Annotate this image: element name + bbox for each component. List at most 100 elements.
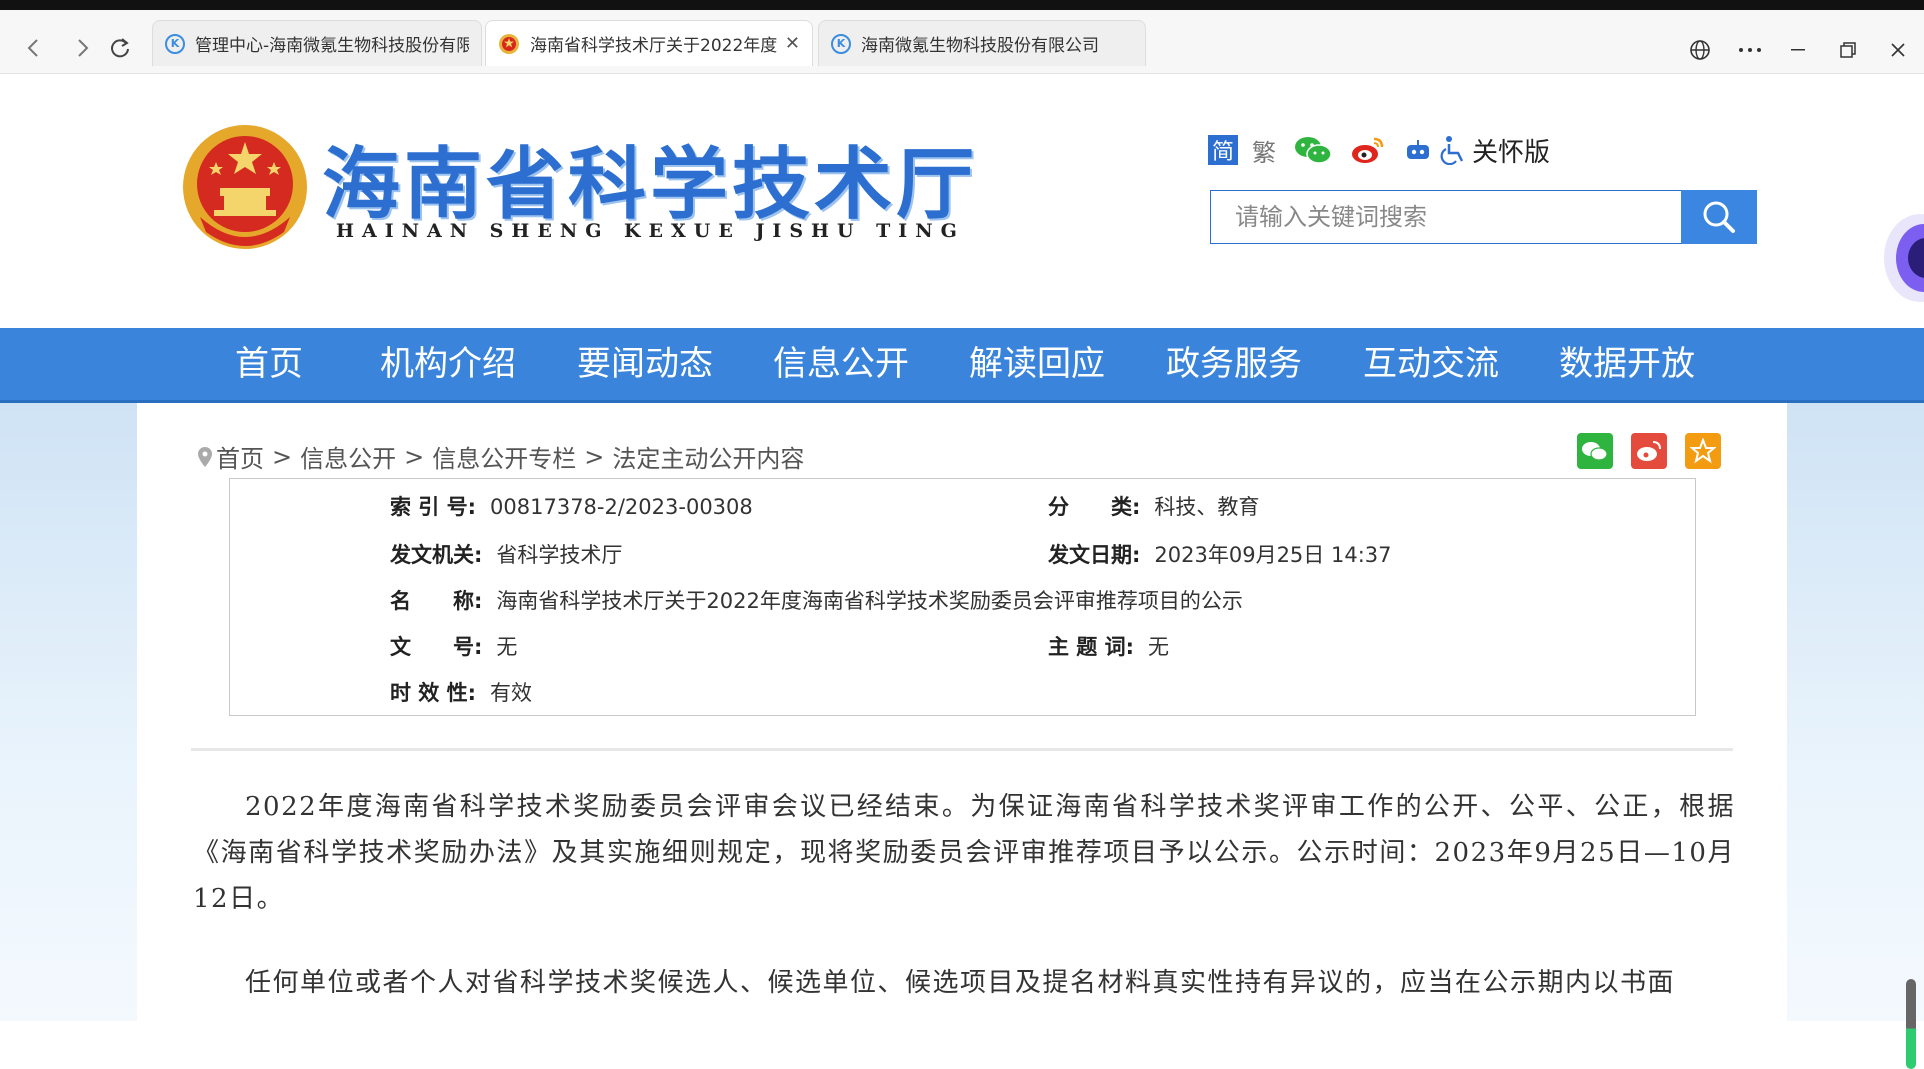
browser-toolbar: K 管理中心-海南微氪生物科技股份有限公司 海南省科学技术厅关于2022年度海南… bbox=[0, 10, 1924, 74]
tab-title: 海南省科学技术厅关于2022年度海南省科学技术奖励委员会评审推荐项目的公示 bbox=[530, 36, 777, 56]
browser-tab[interactable]: K 管理中心-海南微氪生物科技股份有限公司 bbox=[152, 20, 482, 66]
meta-label: 时 效 性: bbox=[390, 681, 477, 705]
more-dots-icon bbox=[1739, 48, 1761, 52]
meta-category: 分 类: 科技、教育 bbox=[1048, 491, 1259, 521]
nav-item-services[interactable]: 政务服务 bbox=[1166, 328, 1302, 400]
restore-icon bbox=[1840, 42, 1856, 58]
meta-value: 海南省科学技术厅关于2022年度海南省科学技术奖励委员会评审推荐项目的公示 bbox=[496, 589, 1243, 613]
close-tab-icon[interactable]: ✕ bbox=[785, 33, 800, 54]
article-paragraph: 任何单位或者个人对省科学技术奖候选人、候选单位、候选项目及提名材料真实性持有异议… bbox=[245, 968, 1676, 998]
meta-value: 2023年09月25日 14:37 bbox=[1154, 543, 1392, 567]
browser-tab-active[interactable]: 海南省科学技术厅关于2022年度海南省科学技术奖励委员会评审推荐项目的公示 ✕ bbox=[485, 20, 813, 66]
more-menu-button[interactable] bbox=[1730, 34, 1770, 66]
meta-issuer: 发文机关: 省科学技术厅 bbox=[390, 539, 622, 569]
share-weibo-button[interactable] bbox=[1631, 433, 1667, 469]
site-subtitle: HAINAN SHENG KEXUE JISHU TING bbox=[336, 220, 965, 242]
browser-tab[interactable]: K 海南微氪生物科技股份有限公司 bbox=[818, 20, 1146, 66]
globe-icon bbox=[1690, 40, 1710, 60]
nav-item-interpretation[interactable]: 解读回应 bbox=[969, 328, 1105, 400]
assistant-robot-icon[interactable] bbox=[1880, 208, 1924, 308]
meta-label: 分 类: bbox=[1048, 495, 1141, 519]
tab-title: 海南微氪生物科技股份有限公司 bbox=[861, 36, 1099, 56]
breadcrumb-separator: > bbox=[584, 442, 605, 471]
simplified-chinese-button[interactable]: 简 bbox=[1208, 135, 1238, 165]
meta-label: 名 称: bbox=[390, 589, 483, 613]
meta-value: 科技、教育 bbox=[1154, 495, 1260, 519]
back-button[interactable] bbox=[16, 30, 52, 66]
meta-label: 文 号: bbox=[390, 635, 483, 659]
meta-label: 发文日期: bbox=[1048, 543, 1141, 567]
close-icon bbox=[1891, 43, 1905, 57]
search-input[interactable] bbox=[1211, 191, 1681, 243]
search-icon bbox=[1703, 201, 1735, 233]
weibo-icon[interactable] bbox=[1350, 135, 1386, 165]
emblem-icon bbox=[499, 33, 519, 54]
meta-docno: 文 号: 无 bbox=[390, 631, 517, 661]
favorite-button[interactable] bbox=[1685, 433, 1721, 469]
globe-button[interactable] bbox=[1680, 34, 1720, 66]
refresh-icon bbox=[111, 38, 129, 58]
chevron-left-icon bbox=[27, 39, 38, 57]
breadcrumb-separator: > bbox=[404, 442, 425, 471]
star-icon bbox=[1690, 438, 1716, 464]
document-metadata: 索 引 号: 00817378-2/2023-00308 分 类: 科技、教育 发文… bbox=[229, 478, 1696, 716]
wechat-icon[interactable] bbox=[1294, 135, 1332, 165]
care-mode-link[interactable]: 关怀版 bbox=[1472, 132, 1550, 169]
meta-validity: 时 效 性: 有效 bbox=[390, 677, 532, 707]
site-title: 海南省科学技术厅 bbox=[322, 140, 979, 230]
article-paragraph: 2022年度海南省科学技术奖励委员会评审会议已经结束。为保证海南省科学技术奖评审… bbox=[193, 792, 1735, 914]
breadcrumb-separator: > bbox=[272, 442, 293, 471]
k-logo-icon: K bbox=[831, 33, 851, 54]
breadcrumb-item[interactable]: 信息公开专栏 bbox=[432, 439, 576, 474]
nav-item-interaction[interactable]: 互动交流 bbox=[1363, 328, 1499, 400]
meta-value: 00817378-2/2023-00308 bbox=[490, 495, 753, 519]
divider bbox=[191, 748, 1733, 751]
breadcrumb-item[interactable]: 信息公开 bbox=[300, 439, 396, 474]
robot-icon[interactable] bbox=[1404, 138, 1432, 162]
nav-item-news[interactable]: 要闻动态 bbox=[577, 328, 713, 400]
breadcrumb-item[interactable]: 法定主动公开内容 bbox=[612, 439, 804, 474]
meta-keywords: 主 题 词: 无 bbox=[1048, 631, 1169, 661]
main-nav: 首页 机构介绍 要闻动态 信息公开 解读回应 政务服务 互动交流 数据开放 bbox=[0, 328, 1924, 403]
search-button[interactable] bbox=[1681, 190, 1757, 244]
meta-date: 发文日期: 2023年09月25日 14:37 bbox=[1048, 539, 1392, 569]
breadcrumb-home[interactable]: 首页 bbox=[216, 439, 264, 474]
nav-item-open-data[interactable]: 数据开放 bbox=[1559, 328, 1695, 400]
meta-index: 索 引 号: 00817378-2/2023-00308 bbox=[390, 491, 753, 521]
header-tools: 简 繁 关怀版 bbox=[1208, 130, 1550, 170]
restore-button[interactable] bbox=[1828, 34, 1868, 66]
chevron-right-icon bbox=[78, 39, 89, 57]
meta-value: 有效 bbox=[490, 681, 533, 705]
meta-label: 索 引 号: bbox=[390, 495, 477, 519]
share-wechat-button[interactable] bbox=[1577, 433, 1613, 469]
national-emblem-logo bbox=[183, 125, 307, 249]
page-scrollbar[interactable] bbox=[1906, 979, 1916, 1069]
breadcrumb: 首页 > 信息公开 > 信息公开专栏 > 法定主动公开内容 bbox=[197, 439, 804, 474]
meta-value: 无 bbox=[1148, 635, 1170, 659]
k-logo-icon: K bbox=[165, 33, 185, 54]
meta-name: 名 称: 海南省科学技术厅关于2022年度海南省科学技术奖励委员会评审推荐项目的公… bbox=[390, 585, 1243, 615]
meta-label: 发文机关: bbox=[390, 543, 483, 567]
site-header: 海南省科学技术厅 HAINAN SHENG KEXUE JISHU TING 简… bbox=[0, 74, 1924, 328]
meta-value: 省科学技术厅 bbox=[496, 543, 623, 567]
forward-button[interactable] bbox=[64, 30, 100, 66]
tab-title: 管理中心-海南微氪生物科技股份有限公司 bbox=[195, 36, 469, 56]
location-pin-icon bbox=[198, 446, 212, 467]
article-container: 首页 > 信息公开 > 信息公开专栏 > 法定主动公开内容 索 引 号: 0081… bbox=[137, 403, 1787, 1021]
nav-item-about[interactable]: 机构介绍 bbox=[380, 328, 516, 400]
traditional-chinese-button[interactable]: 繁 bbox=[1252, 133, 1276, 168]
weibo-icon bbox=[1637, 441, 1661, 461]
window-top-edge bbox=[0, 0, 1924, 10]
minimize-icon bbox=[1791, 49, 1805, 51]
meta-label: 主 题 词: bbox=[1048, 635, 1135, 659]
nav-item-disclosure[interactable]: 信息公开 bbox=[773, 328, 909, 400]
meta-value: 无 bbox=[496, 635, 518, 659]
accessibility-icon[interactable] bbox=[1440, 135, 1466, 165]
minimize-button[interactable] bbox=[1778, 34, 1818, 66]
search-box bbox=[1210, 190, 1682, 244]
close-window-button[interactable] bbox=[1878, 34, 1918, 66]
web-page: 海南省科学技术厅 HAINAN SHENG KEXUE JISHU TING 简… bbox=[0, 74, 1924, 1069]
nav-item-home[interactable]: 首页 bbox=[235, 328, 303, 400]
refresh-button[interactable] bbox=[102, 30, 138, 66]
wechat-icon bbox=[1582, 442, 1608, 461]
